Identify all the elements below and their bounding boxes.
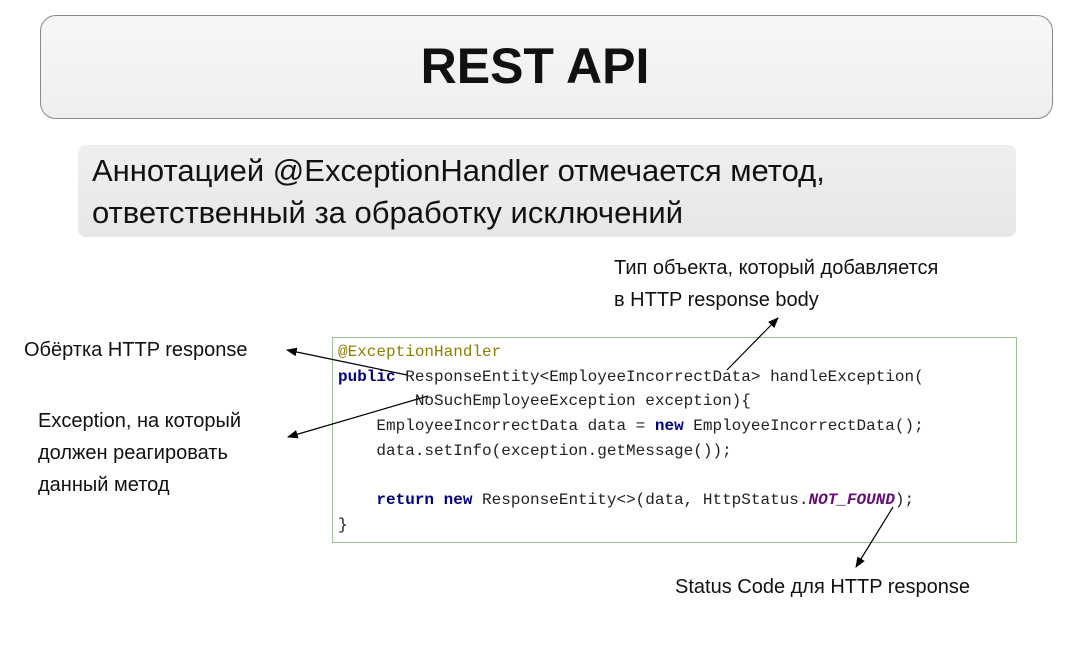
arrow-response-body xyxy=(726,317,779,371)
arrow-status xyxy=(855,506,894,568)
arrows-layer xyxy=(285,317,894,568)
arrow-wrapper xyxy=(285,347,408,376)
arrow-exception xyxy=(286,395,429,439)
